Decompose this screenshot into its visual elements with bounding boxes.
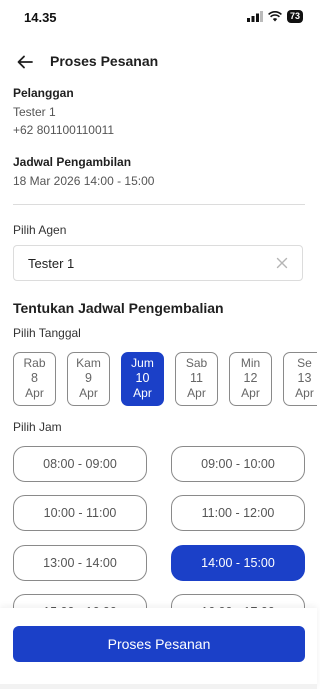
- date-card-month: Apr: [79, 386, 98, 400]
- customer-name: Tester 1: [13, 105, 56, 119]
- date-card-dow: Min: [240, 356, 261, 370]
- time-label: Pilih Jam: [13, 420, 62, 434]
- wifi-icon: [268, 11, 282, 22]
- agent-select-value: Tester 1: [28, 256, 75, 271]
- status-bar: 14.35 73: [0, 0, 317, 34]
- date-card-dow: Rab: [23, 356, 46, 370]
- bottom-action-bar: Proses Pesanan: [0, 608, 317, 689]
- customer-label: Pelanggan: [13, 86, 74, 100]
- date-card-month: Apr: [25, 386, 44, 400]
- date-picker-row: Rab 8 Apr Kam 9 Apr Jum 10 Apr Sab 11 Ap…: [13, 352, 317, 408]
- date-card[interactable]: Jum 10 Apr: [121, 352, 164, 406]
- clear-icon[interactable]: [274, 255, 290, 271]
- date-card-day: 13: [297, 371, 312, 385]
- date-label: Pilih Tanggal: [13, 326, 81, 340]
- date-card[interactable]: Se 13 Apr: [283, 352, 317, 406]
- date-card[interactable]: Sab 11 Apr: [175, 352, 218, 406]
- time-slot[interactable]: 08:00 - 09:00: [13, 446, 147, 482]
- date-card-month: Apr: [187, 386, 206, 400]
- date-card-month: Apr: [295, 386, 314, 400]
- date-card-dow: Se: [297, 356, 312, 370]
- back-arrow-icon[interactable]: [14, 51, 36, 73]
- date-card-day: 9: [85, 371, 92, 385]
- date-card[interactable]: Rab 8 Apr: [13, 352, 56, 406]
- time-slot[interactable]: 14:00 - 15:00: [171, 545, 305, 581]
- battery-icon: 73: [286, 10, 303, 23]
- time-slot[interactable]: 13:00 - 14:00: [13, 545, 147, 581]
- pickup-schedule-label: Jadwal Pengambilan: [13, 155, 132, 169]
- agent-select-field[interactable]: Tester 1: [13, 245, 303, 281]
- date-card-day: 12: [243, 371, 258, 385]
- date-card-dow: Jum: [131, 356, 154, 370]
- home-indicator: [0, 684, 317, 689]
- date-card-dow: Kam: [76, 356, 101, 370]
- date-card[interactable]: Min 12 Apr: [229, 352, 272, 406]
- time-slot[interactable]: 09:00 - 10:00: [171, 446, 305, 482]
- process-order-button[interactable]: Proses Pesanan: [13, 626, 305, 662]
- status-time: 14.35: [24, 10, 57, 25]
- customer-phone: +62 801100110011: [13, 123, 115, 137]
- status-icons: 73: [246, 10, 303, 23]
- app-bar: Proses Pesanan: [0, 44, 317, 78]
- date-card-month: Apr: [241, 386, 260, 400]
- agent-label: Pilih Agen: [13, 223, 67, 237]
- date-card-day: 11: [190, 371, 203, 385]
- divider: [13, 204, 305, 205]
- time-slot[interactable]: 11:00 - 12:00: [171, 495, 305, 531]
- pickup-schedule-value: 18 Mar 2026 14:00 - 15:00: [13, 174, 155, 188]
- date-card-day: 10: [135, 371, 150, 385]
- return-schedule-heading: Tentukan Jadwal Pengembalian: [13, 300, 224, 316]
- signal-icon: [246, 11, 263, 22]
- time-slot[interactable]: 10:00 - 11:00: [13, 495, 147, 531]
- date-card[interactable]: Kam 9 Apr: [67, 352, 110, 406]
- page-title: Proses Pesanan: [50, 53, 159, 69]
- date-card-dow: Sab: [185, 356, 208, 370]
- date-card-day: 8: [31, 371, 38, 385]
- date-card-month: Apr: [133, 386, 152, 400]
